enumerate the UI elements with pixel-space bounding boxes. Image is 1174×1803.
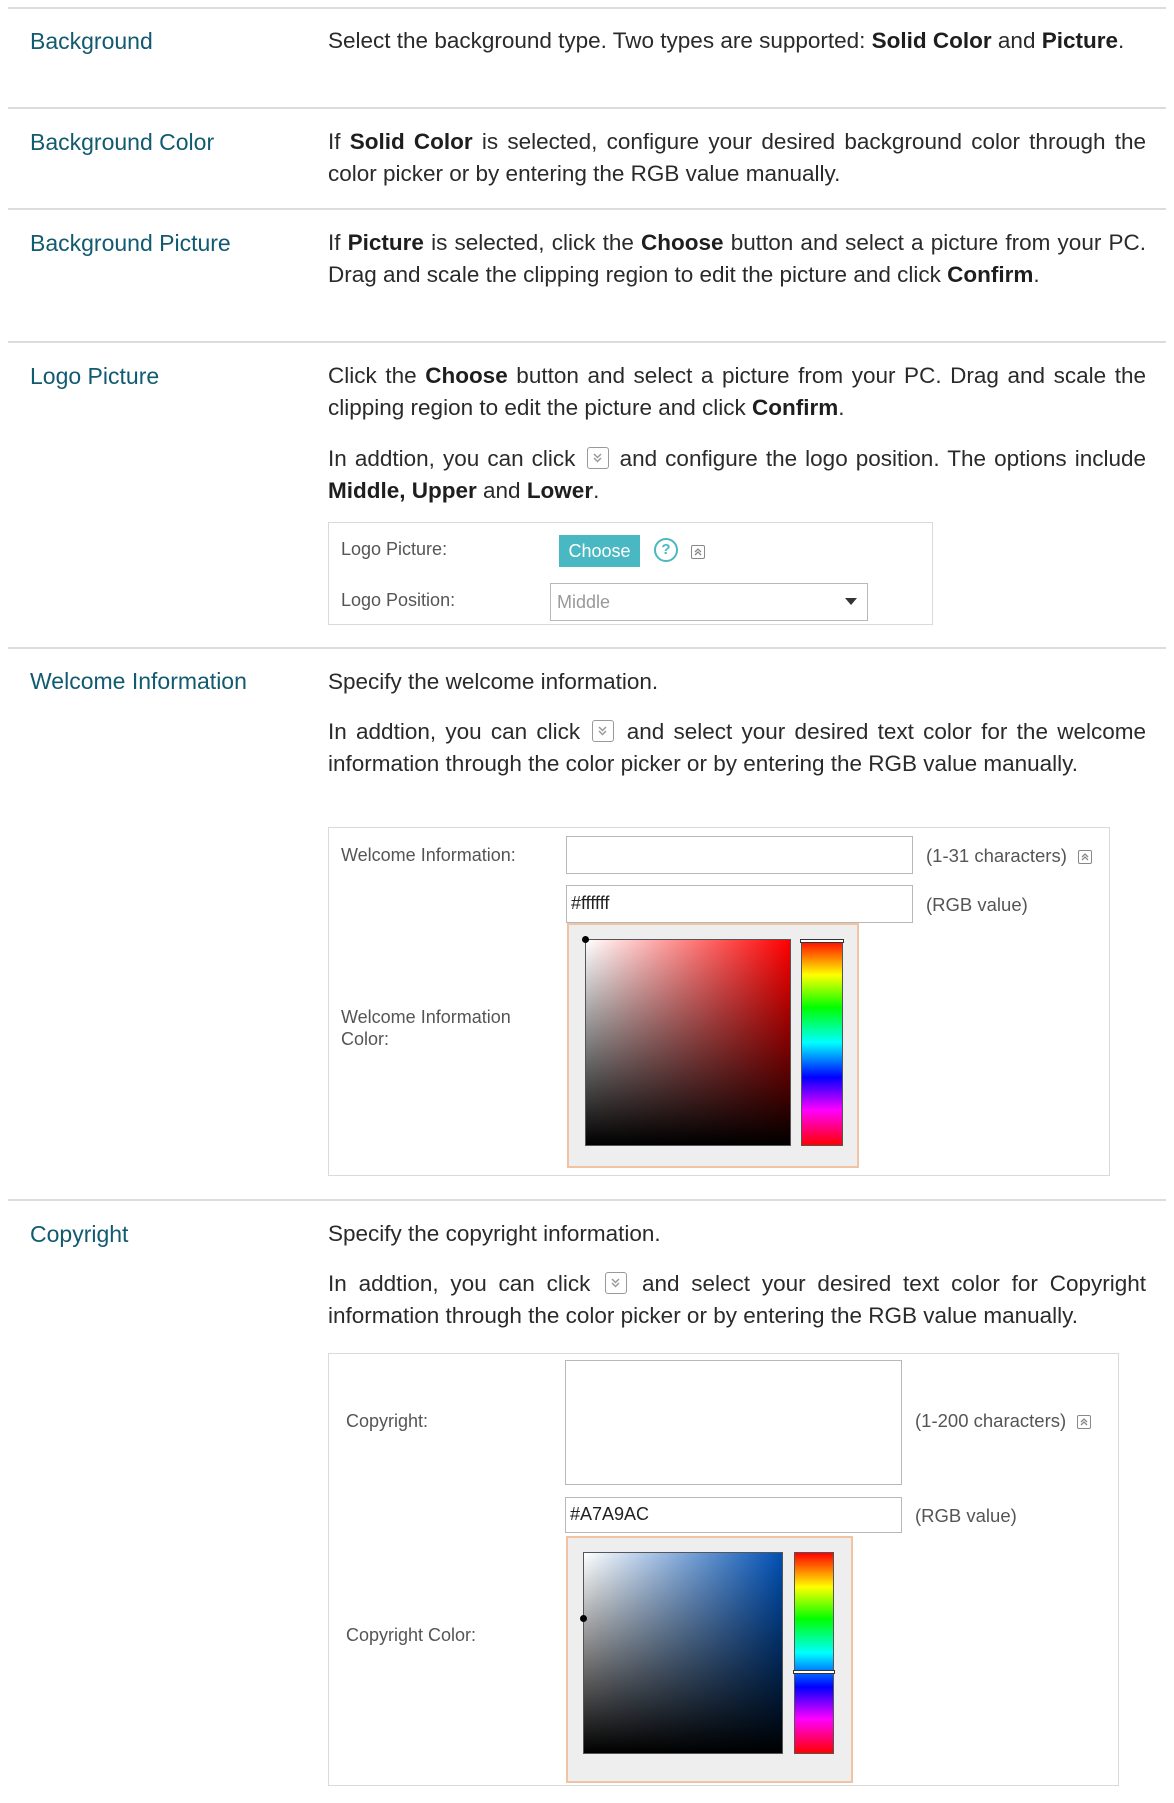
para-text: is selected, click the: [423, 230, 642, 255]
term-logo-picture: Logo Picture: [30, 363, 160, 389]
welcome-color-input[interactable]: #ffffff: [566, 885, 913, 923]
para-text: If: [328, 230, 348, 255]
welcome-information-label: Welcome Information:: [341, 845, 516, 865]
bold-term: Confirm: [752, 395, 839, 420]
para-text: .: [1033, 262, 1040, 287]
color-cursor[interactable]: [582, 936, 589, 943]
bold-term: Solid Color: [871, 28, 992, 53]
logo-settings-panel: Logo Picture: Choose ? Logo Position: Mi…: [328, 522, 933, 625]
bold-term: Choose: [641, 230, 724, 255]
chevron-down-icon: [845, 598, 857, 605]
welcome-information-color-label: Welcome Information Color:: [341, 1007, 511, 1049]
para-text: Specify the copyright information.: [328, 1221, 661, 1246]
collapse-icon[interactable]: [1078, 845, 1092, 866]
help-icon[interactable]: ?: [654, 538, 678, 562]
para-logo-position: In addtion, you can click and configure …: [328, 443, 1146, 507]
para-text: .: [838, 395, 845, 420]
term-background-picture: Background Picture: [30, 230, 231, 256]
choose-button[interactable]: Choose: [559, 535, 640, 567]
saturation-value-area[interactable]: [582, 936, 791, 1146]
para-text: If: [328, 129, 350, 154]
bold-term: Lower: [526, 478, 594, 503]
welcome-information-input[interactable]: [566, 836, 913, 874]
expand-icon: [592, 720, 615, 742]
term-welcome-information: Welcome Information: [30, 668, 247, 694]
bold-term: Solid Color: [349, 129, 473, 154]
logo-position-select[interactable]: Middle: [550, 583, 868, 621]
expand-icon: [605, 1272, 628, 1294]
welcome-information-hint: (1-31 characters): [926, 845, 1092, 867]
copyright-label: Copyright:: [346, 1411, 429, 1431]
collapse-icon[interactable]: [1077, 1410, 1092, 1431]
para-background-color: If Solid Color is selected, configure yo…: [328, 126, 1146, 190]
bold-term: Choose: [425, 363, 508, 388]
para-text: Click the: [328, 363, 426, 388]
bold-term: Middle, Upper: [328, 478, 477, 503]
copyright-color-label: Copyright Color:: [346, 1625, 477, 1645]
expand-icon: [586, 447, 609, 469]
bold-term: Picture: [1041, 28, 1118, 53]
welcome-color-hint: (RGB value): [926, 894, 1028, 915]
para-text: In addtion, you can click: [328, 1271, 603, 1296]
row-divider: [8, 7, 1166, 9]
welcome-settings-panel: Welcome Information: (1-31 characters) #…: [328, 827, 1110, 1176]
para-text: and: [991, 28, 1042, 53]
copyright-color-input[interactable]: #A7A9AC: [565, 1497, 902, 1533]
para-text: Select the background type. Two types ar…: [328, 28, 872, 53]
bold-term: Confirm: [947, 262, 1034, 287]
logo-position-label: Logo Position:: [341, 590, 456, 610]
para-welcome-color: In addtion, you can click and select you…: [328, 716, 1146, 780]
bold-term: Picture: [347, 230, 424, 255]
copyright-textarea[interactable]: [565, 1360, 902, 1485]
hue-slider-handle[interactable]: [800, 939, 844, 943]
para-text: Specify the welcome information.: [328, 669, 659, 694]
hue-slider-track[interactable]: [800, 939, 844, 1146]
hue-slider-track[interactable]: [793, 1552, 835, 1754]
row-divider: [8, 647, 1166, 649]
para-text: In addtion, you can click: [328, 719, 590, 744]
term-copyright: Copyright: [30, 1221, 129, 1247]
row-divider: [8, 1199, 1166, 1201]
logo-position-value: Middle: [557, 592, 611, 612]
term-background-color: Background Color: [30, 129, 215, 155]
copyright-settings-panel: Copyright: (1-200 characters) #A7A9AC (R…: [328, 1353, 1119, 1786]
para-copyright-color: In addtion, you can click and select you…: [328, 1268, 1146, 1332]
para-copyright: Specify the copyright information.: [328, 1218, 1146, 1250]
copyright-color-picker[interactable]: [566, 1536, 853, 1783]
para-background-picture: If Picture is selected, click the Choose…: [328, 227, 1146, 291]
hue-slider-handle[interactable]: [793, 1670, 835, 1674]
para-text: .: [593, 478, 600, 503]
logo-picture-label: Logo Picture:: [341, 539, 448, 559]
copyright-hint: (1-200 characters): [915, 1410, 1092, 1432]
para-text: .: [1118, 28, 1125, 53]
para-text: In addtion, you can click: [328, 446, 584, 471]
row-divider: [8, 208, 1166, 210]
para-text: and: [476, 478, 527, 503]
para-welcome-information: Specify the welcome information.: [328, 666, 1146, 698]
copyright-color-hint: (RGB value): [915, 1505, 1017, 1526]
welcome-color-picker[interactable]: [567, 923, 859, 1168]
saturation-value-area[interactable]: [580, 1552, 783, 1754]
row-divider: [8, 107, 1166, 109]
term-background: Background: [30, 28, 153, 54]
para-logo-picture: Click the Choose button and select a pic…: [328, 360, 1146, 424]
para-text: and configure the logo position. The opt…: [611, 446, 1147, 471]
collapse-icon[interactable]: [691, 543, 705, 561]
row-divider: [8, 341, 1166, 343]
para-background: Select the background type. Two types ar…: [328, 25, 1146, 57]
color-cursor[interactable]: [580, 1615, 587, 1622]
